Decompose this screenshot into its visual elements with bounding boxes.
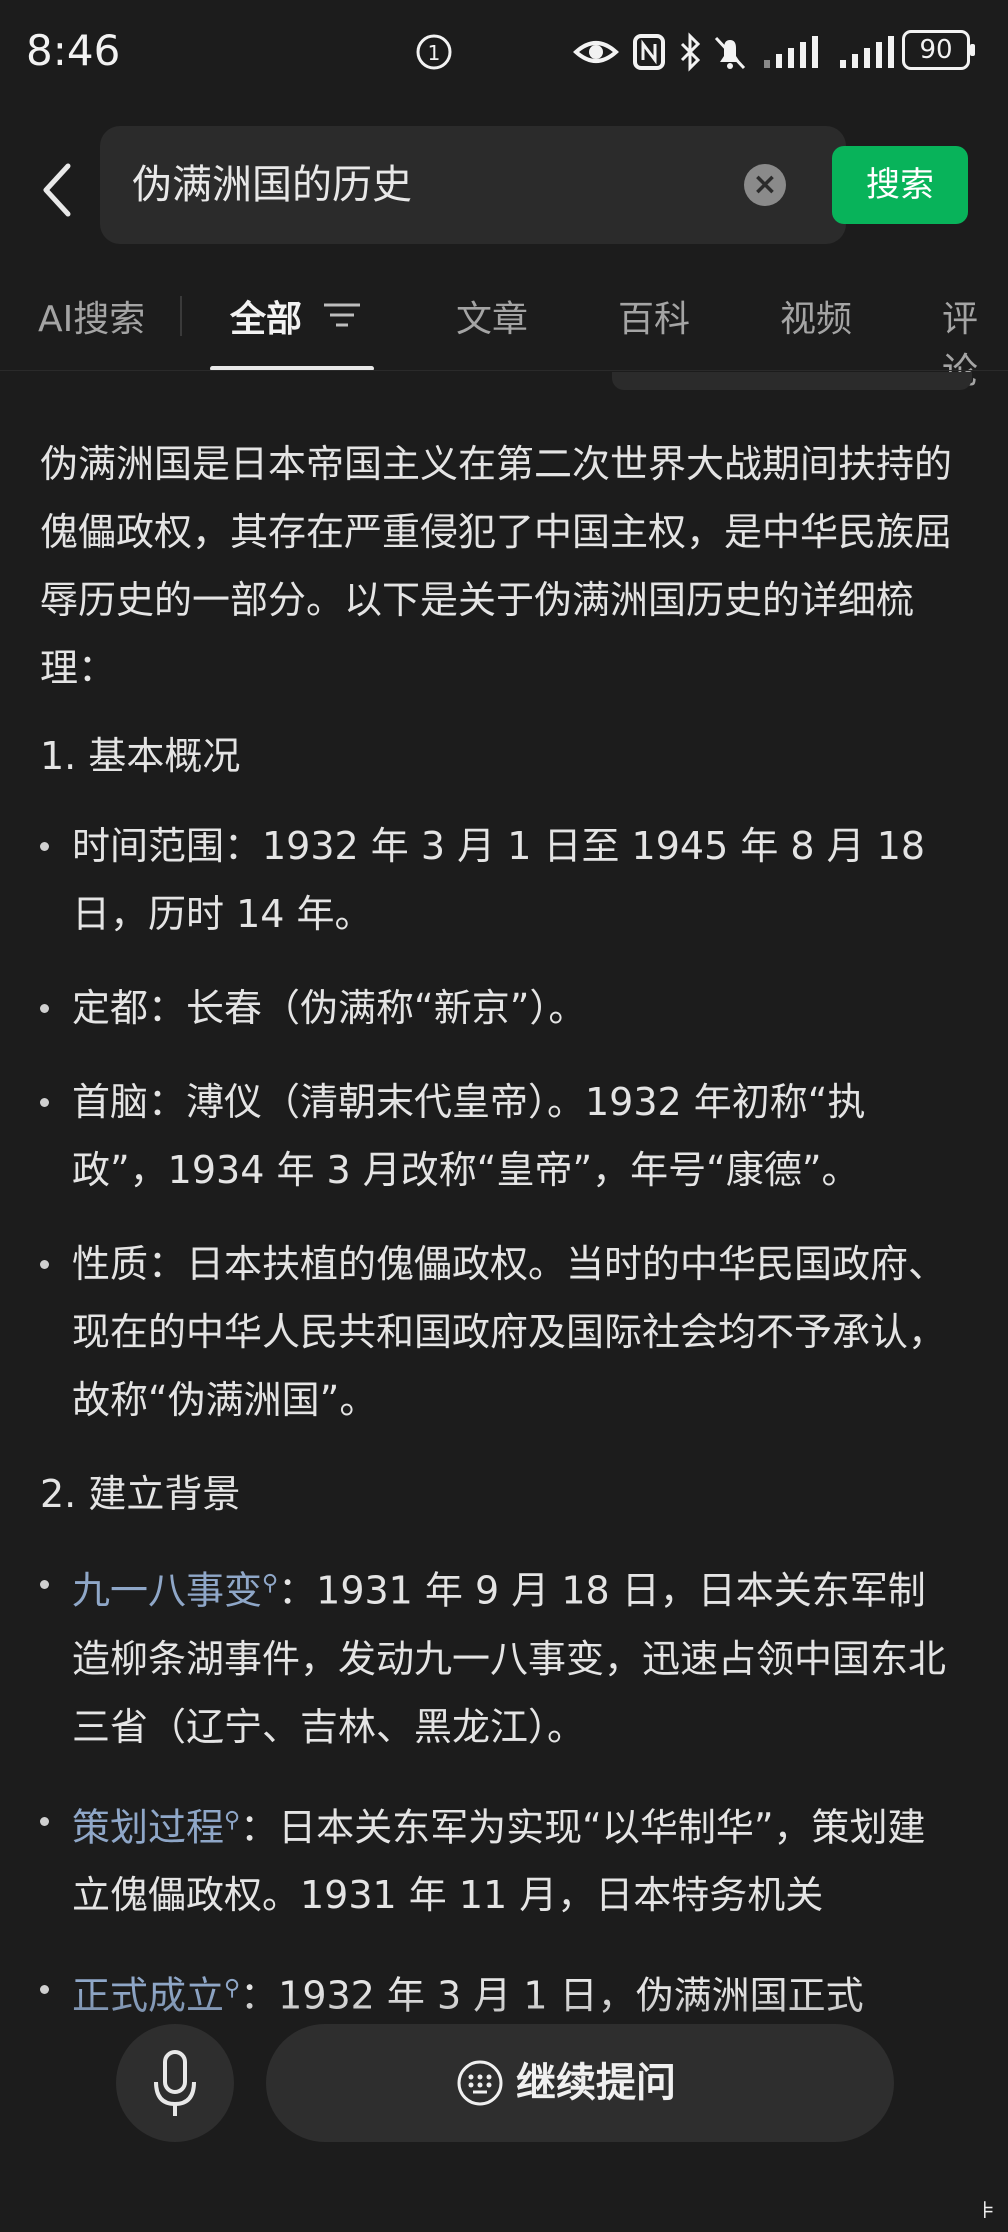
link-918-incident[interactable]: 九一八事变 <box>72 1569 262 1613</box>
list-item: 首脑：溥仪（清朝末代皇帝）。1932 年初称“执政”，1934 年 3 月改称“… <box>40 1068 960 1204</box>
tab-all[interactable]: 全部 <box>230 290 302 342</box>
list-item: 定都：长春（伪满称“新京”）。 <box>40 974 960 1042</box>
eye-icon <box>573 41 619 63</box>
battery-level: 90 <box>919 35 953 65</box>
mute-bell-icon <box>714 36 746 70</box>
list-item: 时间范围：1932 年 3 月 1 日至 1945 年 8 月 18 日，历时 … <box>40 812 960 948</box>
svg-text:1: 1 <box>428 41 441 65</box>
search-input[interactable]: 伪满洲国的历史 <box>132 126 412 244</box>
link-planning-process[interactable]: 策划过程 <box>72 1805 224 1849</box>
section-heading-overview: 1. 基本概况 <box>40 734 241 778</box>
nfc-icon <box>633 34 665 70</box>
continue-ask-button[interactable]: 继续提问 <box>266 2024 894 2142</box>
list-item: 性质：日本扶植的傀儡政权。当时的中华民国政府、现在的中华人民共和国政府及国际社会… <box>40 1230 960 1434</box>
category-tabs: AI搜索 全部 文章 百科 视频 评论 <box>0 270 1008 392</box>
keyboard-icon <box>457 2060 503 2106</box>
tab-ai-search[interactable]: AI搜索 <box>38 290 145 342</box>
filter-icon[interactable] <box>322 300 362 330</box>
nav-gesture-hint: ⊧ <box>982 2196 995 2224</box>
search-box[interactable]: 伪满洲国的历史 × <box>100 126 846 244</box>
collapsed-card-edge <box>612 372 972 390</box>
clock: 8:46 <box>26 26 121 75</box>
tab-encyclopedia[interactable]: 百科 <box>618 290 690 342</box>
magnifier-icon[interactable]: ⚲ <box>224 1808 240 1833</box>
search-button[interactable]: 搜索 <box>832 146 968 224</box>
bluetooth-icon <box>680 32 701 72</box>
intro-paragraph: 伪满洲国是日本帝国主义在第二次世界大战期间扶持的傀儡政权，其存在严重侵犯了中国主… <box>40 442 953 690</box>
battery-indicator: 90 <box>902 30 970 70</box>
answer-content: 伪满洲国是日本帝国主义在第二次世界大战期间扶持的傀儡政权，其存在严重侵犯了中国主… <box>40 430 960 2056</box>
section-heading-background: 2. 建立背景 <box>40 1472 241 1516</box>
voice-button[interactable] <box>116 2024 234 2142</box>
tab-articles[interactable]: 文章 <box>456 290 528 342</box>
list-item: 九一八事变⚲：1931 年 9 月 18 日，日本关东军制造柳条湖事件，发动九一… <box>40 1550 960 1761</box>
signal-2-icon <box>840 36 894 68</box>
tab-videos[interactable]: 视频 <box>780 290 852 342</box>
mic-icon <box>154 2050 196 2116</box>
continue-ask-label: 继续提问 <box>516 2060 676 2106</box>
back-chevron-icon[interactable] <box>38 160 78 220</box>
status-bar: 8:46 1 90 <box>0 0 1008 110</box>
tab-divider <box>180 296 182 336</box>
header-separator <box>0 370 1008 371</box>
signal-1-icon <box>764 36 818 68</box>
clear-icon[interactable]: × <box>744 164 786 206</box>
notification-icon: 1 <box>416 34 452 70</box>
list-item: 策划过程⚲：日本关东军为实现“以华制华”，策划建立傀儡政权。1931 年 11 … <box>40 1787 960 1930</box>
battery-tip <box>970 44 975 56</box>
magnifier-icon[interactable]: ⚲ <box>262 1571 278 1596</box>
